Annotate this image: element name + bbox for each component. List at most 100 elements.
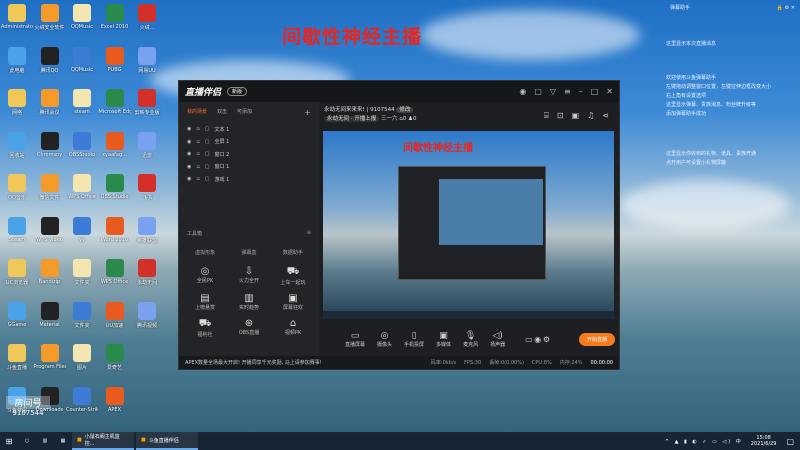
share-icon[interactable]: ⋖: [602, 111, 609, 121]
eye-icon[interactable]: ◉: [187, 126, 191, 132]
desktop-icon[interactable]: 斗鱼直播: [1, 344, 33, 371]
desktop-icon[interactable]: 永劫无间: [131, 259, 163, 286]
tray-icons[interactable]: ^ ▲ ▮ ◐ ✓ ▭ ◁) 中: [665, 438, 743, 445]
calculator-icon[interactable]: ▦: [54, 438, 72, 444]
source-button[interactable]: ◎ 摄像头: [377, 331, 392, 348]
lock-icon[interactable]: ▫: [196, 139, 199, 145]
desktop-icon[interactable]: 腾讯QQ: [34, 46, 66, 74]
desktop-icon[interactable]: UU加速: [99, 301, 131, 329]
box-icon[interactable]: ▣: [572, 111, 580, 121]
tool-button[interactable]: ⇩ 火力全开: [227, 266, 271, 286]
desktop-icon[interactable]: QQMusic: [66, 46, 98, 73]
tool-tab[interactable]: 虚拟形象: [195, 249, 215, 256]
tab-double[interactable]: 双击: [217, 108, 227, 117]
gift-icon[interactable]: ⌸: [544, 111, 549, 121]
desktop-icon[interactable]: 网易UU: [131, 46, 163, 74]
desktop-icon[interactable]: Steam: [1, 216, 33, 243]
lock-icon[interactable]: ▫: [196, 176, 199, 182]
desktop-icon[interactable]: Excel 2010: [99, 4, 131, 30]
desktop-icon[interactable]: Microsoft Edge: [99, 89, 131, 115]
desktop-icon[interactable]: QQ音乐: [1, 174, 33, 201]
desktop-icon[interactable]: OBSStudio: [66, 131, 98, 158]
lock-icon[interactable]: ▫: [196, 126, 199, 132]
tool-tab[interactable]: 数据助手: [283, 249, 303, 256]
desktop-icon[interactable]: WPS Video: [34, 216, 66, 243]
tool-button[interactable]: ⊛ OBS直播: [227, 318, 271, 338]
desktop-icon[interactable]: GGame: [1, 301, 33, 328]
desktop-icon[interactable]: Administrator: [1, 4, 33, 30]
start-icon[interactable]: ⊞: [0, 437, 18, 446]
message-icon[interactable]: ▢: [534, 87, 542, 96]
desktop-icon[interactable]: 腾讯会议: [34, 89, 66, 116]
scene-layer[interactable]: ◉ ▫ ▢ 游戏 1: [179, 173, 319, 186]
desktop-icon[interactable]: PUBG: [99, 46, 131, 73]
desktop-icon[interactable]: 爱奇艺: [99, 344, 131, 371]
source-button[interactable]: ▭ 直播屏幕: [345, 331, 365, 348]
desktop-icon[interactable]: 图片: [66, 344, 98, 371]
tool-button[interactable]: ⛟ 福利社: [183, 318, 227, 338]
desktop-icon[interactable]: WPS Office: [99, 259, 131, 285]
source-button[interactable]: ▯ 手机投屏: [404, 331, 424, 348]
desktop-icon[interactable]: 飞书: [131, 174, 163, 201]
tab-my-scene[interactable]: 我的场景: [187, 108, 207, 117]
source-button[interactable]: 🎙 麦克风: [463, 331, 478, 348]
desktop-icon[interactable]: 文件夹: [66, 259, 98, 286]
desktop-icon[interactable]: 腾讯视频: [131, 301, 163, 329]
desktop-icon[interactable]: Chromsoy: [34, 131, 66, 158]
scene-layer[interactable]: ◉ ▫ ▢ 文本 1: [179, 123, 319, 136]
eye-icon[interactable]: ◉: [187, 176, 191, 182]
notice-text[interactable]: APEX数量全场最大开启! 开播同享千元奖励, 马上请参加赛事!: [185, 359, 322, 366]
eye-icon[interactable]: ◉: [187, 164, 191, 170]
taskbar-item[interactable]: ■ 斗鱼直播伴侣: [136, 432, 198, 450]
close-icon[interactable]: ✕: [606, 87, 613, 96]
desktop-icon[interactable]: yy: [66, 216, 98, 243]
desktop-icon[interactable]: 火绒安全软件: [34, 4, 66, 31]
desktop-icon[interactable]: 网络: [1, 89, 33, 116]
desktop-icon[interactable]: 剪映专业版: [131, 89, 163, 116]
desktop-icon[interactable]: 迅雷: [131, 131, 163, 159]
desktop-icon[interactable]: Word 2010: [99, 216, 131, 243]
desktop-icon[interactable]: 微信文件: [34, 174, 66, 201]
stream-preview[interactable]: 间歇性神经主播: [323, 131, 614, 319]
desktop-icon[interactable]: APEX: [99, 386, 131, 413]
tool-button[interactable]: ⌂ 视频PK: [271, 318, 315, 338]
scene-layer[interactable]: ◉ ▫ ▢ 窗口 2: [179, 148, 319, 161]
eye-icon[interactable]: ◉: [187, 139, 191, 145]
more-icon[interactable]: ⊖: [307, 230, 311, 237]
desktop-icon[interactable]: xyaafag...: [99, 131, 131, 158]
taskbar-item[interactable]: ■ 小鼠石阁主机监控...: [72, 432, 134, 450]
tab-addable[interactable]: 可添加: [237, 108, 252, 117]
desktop-icon[interactable]: 文件夹: [66, 301, 98, 329]
source-button[interactable]: ◁) 扬声器: [490, 331, 505, 348]
tool-button[interactable]: ◎ 全民PK: [183, 266, 227, 286]
lock-icon[interactable]: ⊡: [557, 111, 564, 121]
minimize-icon[interactable]: –: [579, 87, 583, 96]
notification-icon[interactable]: ▢: [786, 437, 794, 446]
tool-tab[interactable]: 弹幕盒: [241, 249, 256, 256]
desktop-icon[interactable]: Bandizip: [34, 259, 66, 285]
clock[interactable]: 15:08 2021/6/29: [751, 435, 777, 447]
scene-layer[interactable]: ◉ ▫ ▢ 窗口 1: [179, 161, 319, 174]
scene-layer[interactable]: ◉ ▫ ▢ 全屏 1: [179, 136, 319, 149]
source-button[interactable]: ▣ 多媒体: [436, 331, 451, 348]
desktop-icon[interactable]: WPS Office: [66, 174, 98, 200]
tool-button[interactable]: ▥ 实时趋势: [227, 293, 271, 311]
skin-icon[interactable]: ▽: [550, 87, 556, 96]
category-button[interactable]: 永劫无间 · 开播上报: [324, 116, 380, 122]
desktop-icon[interactable]: OBS Studio: [99, 174, 131, 200]
start-live-button[interactable]: 开始直播: [578, 332, 615, 346]
desktop-icon[interactable]: Material: [34, 301, 66, 328]
maximize-icon[interactable]: □: [591, 87, 599, 96]
desktop-icon[interactable]: 此电脑: [1, 46, 33, 74]
avatar[interactable]: ◉: [519, 87, 526, 96]
desktop-icon[interactable]: Counter-Strike Global Offensive: [66, 386, 98, 413]
eye-icon[interactable]: ◉: [534, 335, 541, 344]
desktop-icon[interactable]: 火绒...: [131, 4, 163, 31]
settings-icon[interactable]: ⚙: [543, 335, 550, 344]
tool-button[interactable]: ▣ 屏幕狂欢: [271, 293, 315, 311]
edit-button[interactable]: 修改: [396, 107, 414, 113]
tool-button[interactable]: ▤ 上榜悬赏: [183, 293, 227, 311]
lock-icon[interactable]: ▫: [196, 164, 199, 170]
add-scene-icon[interactable]: +: [304, 108, 311, 117]
desktop-icon[interactable]: UC浏览器: [1, 259, 33, 286]
